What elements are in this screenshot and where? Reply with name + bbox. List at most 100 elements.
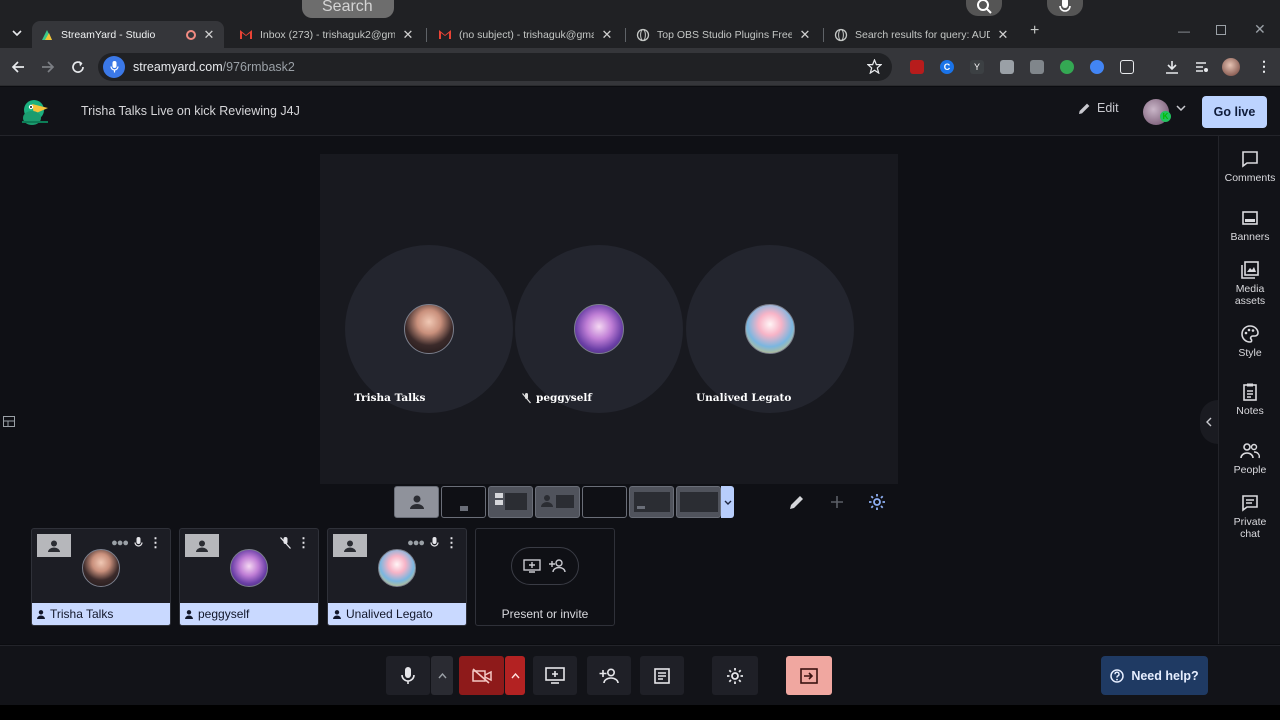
broadcast-title[interactable]: Trisha Talks Live on kick Reviewing J4J	[81, 104, 300, 118]
microphone-button[interactable]	[386, 656, 430, 695]
close-tab-icon[interactable]: ✕	[798, 27, 812, 43]
screen-bottom-edge	[0, 705, 1280, 720]
close-tab-icon[interactable]: ✕	[202, 27, 216, 43]
tile-name-bar: Trisha Talks	[32, 603, 170, 625]
address-bar[interactable]: streamyard.com/976rmbask2	[98, 53, 892, 81]
top-overlay: Search	[0, 0, 1280, 18]
sidebar-item-media-assets[interactable]: Media assets	[1219, 261, 1280, 307]
bookmark-star-icon[interactable]	[867, 59, 882, 74]
extension-green-icon[interactable]	[1060, 60, 1074, 74]
close-tab-icon[interactable]: ✕	[401, 27, 415, 43]
tile-controls: ●●● ⋮	[111, 535, 162, 551]
extension-blue-icon[interactable]	[1090, 60, 1104, 74]
extensions-puzzle-icon[interactable]	[1120, 60, 1134, 74]
browser-tab[interactable]: Top OBS Studio Plugins Free - S ✕	[628, 21, 820, 48]
share-screen-button[interactable]	[533, 656, 577, 695]
more-options-icon[interactable]: ⋮	[445, 535, 458, 551]
microphone-icon[interactable]	[430, 537, 439, 549]
settings-gear-icon[interactable]	[867, 492, 887, 512]
layout-more-button[interactable]	[721, 486, 734, 518]
layout-group-button[interactable]	[488, 486, 533, 518]
participant-tile[interactable]: ●●● ⋮ Trisha Talks	[31, 528, 171, 626]
present-or-invite-tile[interactable]: Present or invite	[475, 528, 615, 626]
layout-fullscreen-button[interactable]	[676, 486, 721, 518]
browser-tab[interactable]: Inbox (273) - trishaguk2@gmail ✕	[231, 21, 423, 48]
minimize-icon[interactable]: —	[1178, 24, 1190, 38]
microphone-icon[interactable]	[103, 56, 125, 78]
sidebar-item-people[interactable]: People	[1219, 442, 1280, 476]
sidebar-item-comments[interactable]: Comments	[1219, 150, 1280, 184]
sidebar-item-notes[interactable]: Notes	[1219, 383, 1280, 417]
browser-menu-icon[interactable]: ⋮	[1257, 58, 1271, 75]
extension-record-icon[interactable]	[910, 60, 924, 74]
invite-icons	[511, 547, 579, 585]
add-to-stage-icon[interactable]	[37, 534, 71, 557]
new-tab-icon[interactable]: +	[1030, 22, 1039, 40]
search-overlay-field[interactable]: Search	[302, 0, 394, 18]
sidebar-item-style[interactable]: Style	[1219, 325, 1280, 359]
extension-c-icon[interactable]: C	[940, 60, 954, 74]
add-to-stage-icon[interactable]	[185, 534, 219, 557]
notes-button[interactable]	[640, 656, 684, 695]
extension-gray-2-icon[interactable]	[1030, 60, 1044, 74]
extension-gray-icon[interactable]	[1000, 60, 1014, 74]
people-icon	[1219, 442, 1280, 460]
streamyard-logo[interactable]	[18, 96, 54, 128]
leave-studio-button[interactable]	[786, 656, 832, 695]
need-help-button[interactable]: Need help?	[1101, 656, 1208, 695]
sidebar-item-banners[interactable]: Banners	[1219, 209, 1280, 243]
recording-icon	[186, 29, 196, 40]
close-tab-icon[interactable]: ✕	[600, 27, 614, 43]
participant-tile[interactable]: ⋮ peggyself	[179, 528, 319, 626]
more-options-icon[interactable]: ⋮	[297, 535, 310, 551]
profile-avatar[interactable]	[1222, 58, 1240, 76]
backstage-tiles: ●●● ⋮ Trisha Talks ⋮ peggyself ●●● ⋮ Una…	[0, 528, 1218, 628]
stage-participant[interactable]: peggyself	[515, 245, 683, 413]
camera-options-button[interactable]	[505, 656, 525, 695]
download-icon[interactable]	[1162, 57, 1182, 77]
microphone-options-button[interactable]	[431, 656, 453, 695]
forward-icon[interactable]	[38, 57, 58, 77]
more-options-icon[interactable]: ⋮	[149, 535, 162, 551]
close-tab-icon[interactable]: ✕	[996, 27, 1010, 43]
restore-icon[interactable]	[1216, 25, 1226, 35]
media-control-icon[interactable]	[1192, 57, 1212, 77]
studio-controls: Need help?	[0, 645, 1280, 705]
browser-tab[interactable]: Search results for query: AUDIO ✕	[826, 21, 1018, 48]
invite-guests-button[interactable]	[587, 656, 631, 695]
sidebar-item-private-chat[interactable]: Private chat	[1219, 494, 1280, 540]
voice-search-icon[interactable]	[1047, 0, 1083, 16]
browser-tab-strip: StreamYard - Studio ✕ Inbox (273) - tris…	[0, 18, 1280, 48]
microphone-icon	[401, 666, 415, 685]
chevron-down-icon[interactable]	[1176, 105, 1186, 111]
stage-participant[interactable]: Trisha Talks	[345, 245, 513, 413]
edit-button[interactable]: Edit	[1078, 101, 1119, 115]
participant-tile[interactable]: ●●● ⋮ Unalived Legato	[327, 528, 467, 626]
layout-blank-button[interactable]	[582, 486, 627, 518]
back-icon[interactable]	[8, 57, 28, 77]
pencil-icon[interactable]	[787, 492, 807, 512]
browser-tab[interactable]: (no subject) - trishaguk@gmail ✕	[430, 21, 622, 48]
layout-solo-button[interactable]	[394, 486, 439, 518]
add-to-stage-icon[interactable]	[333, 534, 367, 557]
extension-y-icon[interactable]: Y	[970, 60, 984, 74]
layout-news-button[interactable]	[629, 486, 674, 518]
browser-tab[interactable]: StreamYard - Studio ✕	[32, 21, 224, 48]
settings-button[interactable]	[712, 656, 758, 695]
tab-search-button[interactable]	[6, 22, 28, 44]
layout-thin-button[interactable]	[441, 486, 486, 518]
layout-leader-button[interactable]	[535, 486, 580, 518]
window-close-icon[interactable]: ✕	[1254, 21, 1266, 38]
go-live-button[interactable]: Go live	[1202, 96, 1267, 128]
layout-panel-icon[interactable]	[0, 411, 18, 431]
search-icon[interactable]	[966, 0, 1002, 16]
add-layout-icon[interactable]	[827, 492, 847, 512]
mic-muted-icon[interactable]	[280, 537, 291, 549]
camera-off-button[interactable]	[459, 656, 504, 695]
stage-participant[interactable]: Unalived Legato	[686, 245, 854, 413]
microphone-icon[interactable]	[134, 537, 143, 549]
reload-icon[interactable]	[68, 57, 88, 77]
add-person-icon	[549, 559, 567, 573]
camera-off-icon	[471, 667, 492, 684]
broadcast-stage[interactable]: Trisha Talks peggyself Unalived Legato	[320, 154, 898, 484]
